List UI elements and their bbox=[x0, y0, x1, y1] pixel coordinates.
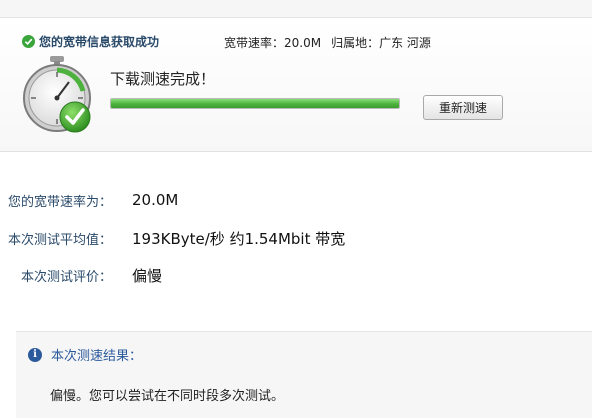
info-average-value: 193KByte/秒 约1.54Mbit 带宽 bbox=[132, 229, 346, 248]
info-row-rating: 本次测试评价： 偏慢 bbox=[0, 265, 162, 285]
rate-value: 20.0M bbox=[284, 36, 322, 50]
location-label: 归属地： bbox=[331, 36, 380, 50]
status-message: 您的宽带信息获取成功 bbox=[39, 34, 160, 49]
stopwatch-icon bbox=[20, 53, 96, 137]
info-row-average: 本次测试平均值： 193KByte/秒 约1.54Mbit 带宽 bbox=[0, 228, 345, 248]
success-check-icon bbox=[22, 34, 35, 48]
top-strip bbox=[0, 0, 592, 18]
info-rate-value: 20.0M bbox=[132, 191, 179, 209]
result-title: i 本次测速结果： bbox=[28, 345, 142, 364]
retest-button[interactable]: 重新测速 bbox=[423, 95, 503, 120]
info-row-rate: 您的宽带速率为： 20.0M bbox=[0, 190, 178, 210]
test-complete-message: 下载测速完成！ bbox=[110, 70, 216, 88]
rate-label: 宽带速率： bbox=[224, 36, 285, 50]
info-rate-label: 您的宽带速率为： bbox=[7, 194, 112, 210]
result-detail: 偏慢。您可以尝试在不同时段多次测试。 bbox=[50, 389, 285, 404]
info-rating-value: 偏慢 bbox=[132, 266, 163, 285]
download-progress-bar bbox=[110, 98, 400, 109]
info-rating-label: 本次测试评价： bbox=[20, 269, 112, 285]
info-average-label: 本次测试平均值： bbox=[7, 232, 112, 248]
result-title-text: 本次测速结果： bbox=[51, 349, 143, 364]
broadband-summary: 宽带速率：20.0M 归属地：广东 河源 bbox=[224, 34, 431, 51]
progress-fill bbox=[111, 99, 399, 108]
info-icon: i bbox=[28, 347, 42, 362]
location-value: 广东 河源 bbox=[379, 36, 431, 50]
status-line: 您的宽带信息获取成功 bbox=[22, 32, 159, 50]
